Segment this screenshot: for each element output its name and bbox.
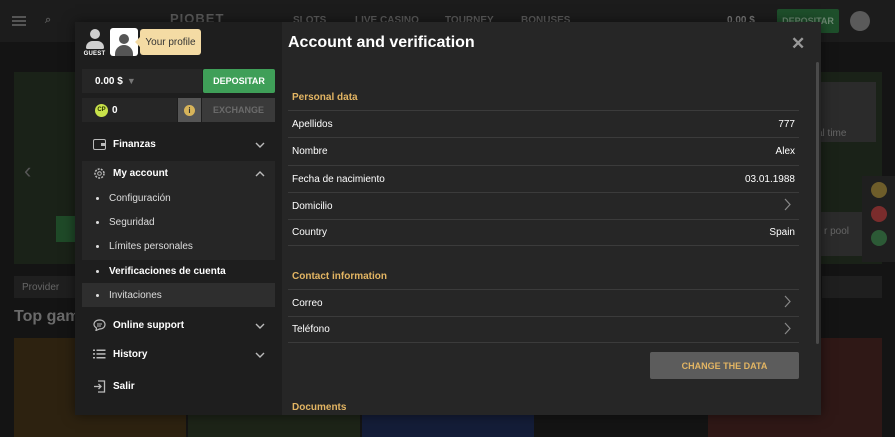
submenu-configuracion-label: Configuración bbox=[109, 192, 171, 204]
submenu-configuracion[interactable]: Configuración bbox=[82, 186, 275, 210]
field-label: Nombre bbox=[292, 145, 328, 157]
field-row-fecha-nacimiento: Fecha de nacimiento 03.01.1988 bbox=[288, 165, 799, 192]
menu-history-label: History bbox=[113, 348, 148, 360]
background-search-icon: ⌕ bbox=[45, 14, 52, 26]
menu-history[interactable]: History bbox=[82, 341, 275, 367]
profile-avatar-body bbox=[115, 45, 133, 56]
section-contact-information: Contact information bbox=[292, 271, 387, 282]
field-label: Apellidos bbox=[292, 118, 333, 130]
submenu-limites[interactable]: Límites personales bbox=[82, 234, 275, 258]
cp-coin-icon: CP bbox=[95, 103, 108, 117]
submenu-seguridad-label: Seguridad bbox=[109, 216, 155, 228]
field-value: Spain bbox=[769, 227, 795, 238]
info-icon: i bbox=[184, 104, 195, 116]
menu-salir[interactable]: Salir bbox=[82, 373, 275, 399]
background-right-toolbar bbox=[862, 176, 895, 262]
menu-online-support-label: Online support bbox=[113, 319, 185, 331]
submenu-verificaciones-label: Verificaciones de cuenta bbox=[109, 265, 226, 277]
field-label: Country bbox=[292, 227, 328, 238]
menu-online-support[interactable]: Online support bbox=[82, 312, 275, 338]
section-documents: Documents bbox=[292, 402, 347, 413]
chevron-right-icon bbox=[784, 322, 791, 338]
menu-my-account-label: My account bbox=[113, 167, 169, 179]
guest-avatar-icon bbox=[89, 29, 100, 39]
balance-value: 0.00 $ bbox=[95, 75, 123, 87]
guest-label: GUEST bbox=[83, 51, 106, 57]
section-personal-data: Personal data bbox=[292, 92, 358, 103]
field-value: 03.01.1988 bbox=[744, 173, 795, 185]
field-row-apellidos: Apellidos 777 bbox=[288, 110, 799, 137]
wallet-icon bbox=[91, 137, 107, 151]
chat-icon bbox=[91, 318, 107, 332]
field-row-correo[interactable]: Correo bbox=[288, 289, 799, 316]
field-row-domicilio[interactable]: Domicilio bbox=[288, 192, 799, 219]
logout-icon bbox=[91, 379, 107, 393]
info-button[interactable]: i bbox=[178, 98, 201, 122]
menu-finanzas-label: Finanzas bbox=[113, 138, 156, 150]
page-title: Account and verification bbox=[288, 34, 475, 51]
background-heart-icon bbox=[870, 206, 887, 222]
chevron-down-icon bbox=[255, 321, 265, 332]
field-value: Alex bbox=[775, 145, 795, 157]
background-chat-icon bbox=[870, 230, 887, 246]
field-label: Fecha de nacimiento bbox=[292, 173, 385, 185]
field-label: Correo bbox=[292, 297, 323, 309]
guest-avatar-body bbox=[85, 41, 104, 49]
hamburger-icon bbox=[12, 16, 26, 26]
gear-icon bbox=[91, 166, 107, 180]
background-provider: Provider bbox=[14, 276, 84, 298]
field-row-telefono[interactable]: Teléfono bbox=[288, 316, 799, 343]
cp-points-value: 0 bbox=[112, 104, 118, 116]
submenu-limites-label: Límites personales bbox=[109, 240, 193, 252]
bullet bbox=[96, 269, 99, 273]
menu-salir-label: Salir bbox=[113, 380, 135, 392]
account-sidebar: GUEST Your profile 0.00 $ ▼ DEPOSITAR CP… bbox=[75, 22, 282, 415]
chevron-up-icon bbox=[255, 169, 265, 180]
profile-tooltip: Your profile bbox=[135, 29, 201, 55]
caret-down-icon: ▼ bbox=[126, 76, 136, 86]
cp-points: CP 0 bbox=[82, 98, 177, 122]
submenu-verificaciones[interactable]: Verificaciones de cuenta bbox=[82, 259, 275, 283]
exchange-button[interactable]: EXCHANGE bbox=[202, 98, 275, 122]
field-row-country: Country Spain bbox=[288, 219, 799, 246]
submenu-invitaciones[interactable]: Invitaciones bbox=[82, 283, 275, 307]
field-value: 777 bbox=[778, 118, 795, 130]
profile-button[interactable] bbox=[110, 28, 138, 56]
deposit-button[interactable]: DEPOSITAR bbox=[203, 69, 275, 93]
chevron-down-icon bbox=[255, 350, 265, 361]
bullet bbox=[96, 196, 99, 200]
balance-selector[interactable]: 0.00 $ ▼ bbox=[82, 69, 202, 93]
close-icon[interactable]: ✕ bbox=[791, 35, 805, 52]
scrollbar[interactable] bbox=[816, 62, 819, 344]
chevron-down-icon bbox=[255, 140, 265, 151]
background-prev-arrow: ‹ bbox=[24, 158, 32, 183]
profile-avatar-icon bbox=[119, 34, 129, 44]
bullet bbox=[96, 244, 99, 248]
menu-my-account[interactable]: My account bbox=[82, 160, 275, 186]
menu-finanzas[interactable]: Finanzas bbox=[82, 131, 275, 157]
bullet bbox=[96, 293, 99, 297]
field-row-nombre: Nombre Alex bbox=[288, 137, 799, 164]
guest-badge[interactable]: GUEST bbox=[82, 28, 107, 62]
submenu-seguridad[interactable]: Seguridad bbox=[82, 210, 275, 234]
account-modal: GUEST Your profile 0.00 $ ▼ DEPOSITAR CP… bbox=[75, 22, 821, 415]
background-hero-side-1: al time bbox=[814, 82, 876, 142]
change-data-button[interactable]: CHANGE THE DATA bbox=[650, 352, 799, 379]
background-trophy-icon bbox=[870, 182, 887, 198]
submenu-invitaciones-label: Invitaciones bbox=[109, 289, 162, 301]
background-avatar bbox=[850, 11, 870, 31]
background-pill bbox=[822, 276, 882, 298]
field-label: Domicilio bbox=[292, 200, 333, 212]
list-icon bbox=[91, 347, 107, 361]
bullet bbox=[96, 220, 99, 224]
chevron-right-icon bbox=[784, 198, 791, 214]
field-label: Teléfono bbox=[292, 324, 330, 335]
chevron-right-icon bbox=[784, 295, 791, 311]
